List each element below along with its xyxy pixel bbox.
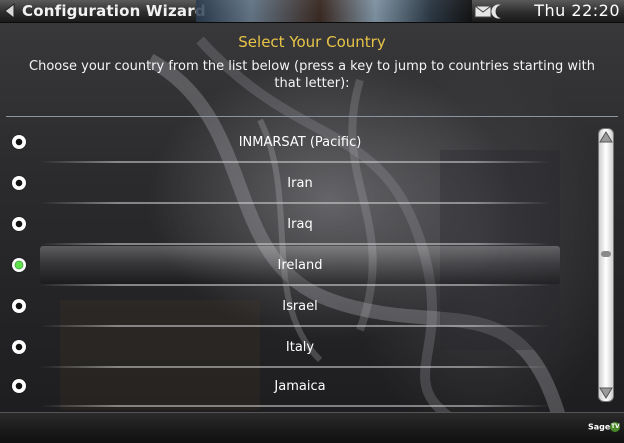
scroll-down-arrow-icon[interactable] (598, 386, 614, 400)
radio-icon[interactable] (12, 217, 26, 231)
country-label: Jamaica (274, 379, 326, 394)
scrollbar-track[interactable] (598, 128, 614, 402)
radio-icon[interactable] (12, 340, 26, 354)
back-arrow-icon[interactable] (2, 2, 18, 20)
list-item[interactable]: Israel (0, 286, 596, 327)
moon-icon (491, 4, 501, 19)
title-banner-image (196, 0, 472, 22)
radio-icon[interactable] (12, 135, 26, 149)
list-item[interactable]: Iran (0, 163, 596, 204)
list-item-selected[interactable]: Ireland (0, 245, 596, 286)
logo-text: Sage (588, 422, 611, 432)
list-item[interactable]: Iraq (0, 204, 596, 245)
title-bar: Configuration Wizard Thu 22:20 (0, 0, 624, 23)
radio-icon[interactable] (12, 299, 26, 313)
list-item[interactable]: INMARSAT (Pacific) (0, 122, 596, 163)
country-label: Iraq (287, 217, 313, 232)
radio-icon[interactable] (12, 379, 26, 393)
instructions-text: Choose your country from the list below … (29, 59, 595, 91)
scroll-up-arrow-icon[interactable] (598, 130, 614, 144)
country-label: Israel (282, 299, 318, 314)
country-label: Italy (285, 340, 315, 355)
list-item[interactable]: Jamaica (0, 366, 596, 407)
radio-selected-icon[interactable] (12, 258, 26, 272)
sagetv-logo: SageTV (588, 422, 621, 432)
country-label: Iran (287, 176, 313, 191)
logo-badge: TV (610, 422, 621, 432)
bottom-bar (0, 412, 624, 443)
status-icons (474, 4, 501, 19)
window-title: Configuration Wizard (22, 2, 206, 20)
country-list: INMARSAT (Pacific) Iran Iraq Ireland Isr… (0, 122, 596, 407)
radio-icon[interactable] (12, 176, 26, 190)
row-divider (40, 405, 550, 407)
list-item[interactable]: Italy (0, 327, 596, 368)
country-label: Ireland (277, 258, 323, 273)
country-label: INMARSAT (Pacific) (238, 135, 362, 150)
page-title: Select Your Country (238, 33, 386, 51)
scrollbar-thumb[interactable] (601, 251, 611, 257)
divider (6, 116, 618, 117)
clock: Thu 22:20 (534, 1, 620, 20)
mail-icon (474, 5, 492, 18)
